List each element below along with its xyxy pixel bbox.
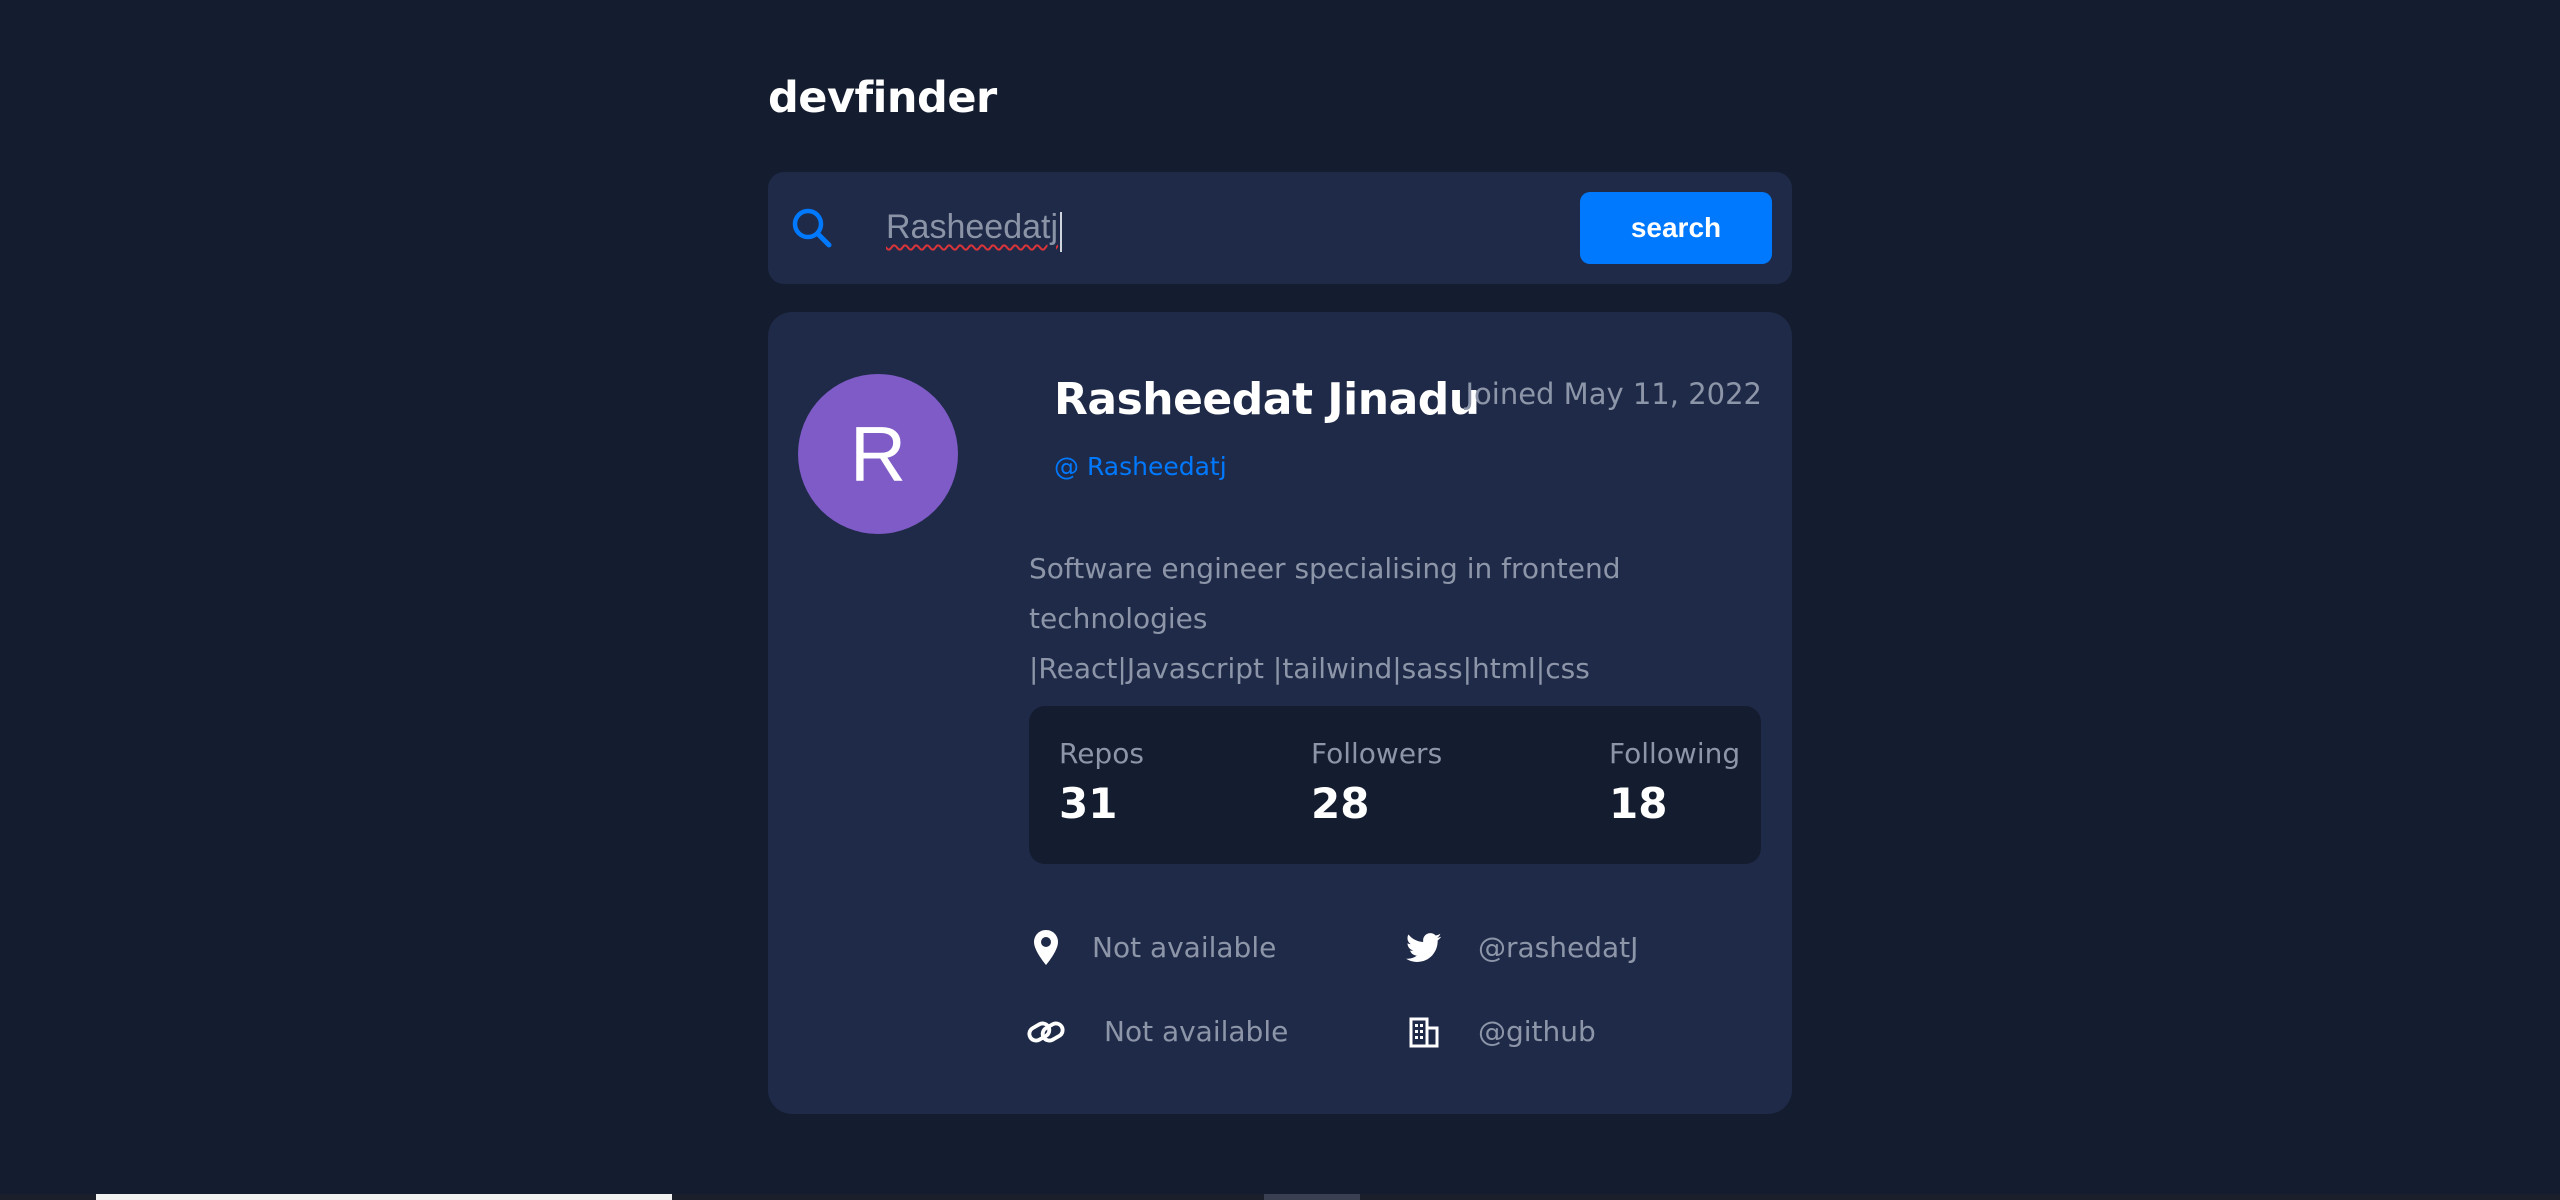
- stat-label: Following: [1609, 737, 1741, 770]
- text-caret: [1060, 212, 1062, 252]
- bio-line: Software engineer specialising in fronte…: [1029, 552, 1621, 635]
- stat-followers: Followers 28: [1311, 736, 1442, 832]
- stat-following: Following 18: [1609, 736, 1740, 832]
- app-logo: devfinder: [768, 73, 997, 123]
- blog-text: Not available: [1104, 1015, 1289, 1048]
- search-input[interactable]: Rasheedatj: [886, 205, 1058, 249]
- location-item: Not available: [1026, 926, 1276, 970]
- twitter-item[interactable]: @rashedatJ: [1404, 926, 1638, 970]
- stat-value: 18: [1609, 779, 1668, 828]
- company-item[interactable]: @github: [1404, 1010, 1596, 1054]
- stat-repos: Repos 31: [1059, 736, 1144, 832]
- search-icon: [790, 206, 834, 250]
- taskbar-marker: [1264, 1194, 1360, 1200]
- twitter-icon: [1404, 928, 1444, 968]
- bio-line: |React|Javascript |tailwind|sass|html|cs…: [1029, 652, 1590, 685]
- profile-bio: Software engineer specialising in fronte…: [1029, 544, 1769, 694]
- location-pin-icon: [1026, 928, 1066, 968]
- joined-date: Joined May 11, 2022: [1465, 377, 1762, 411]
- taskbar-scrollbar-thumb[interactable]: [96, 1194, 672, 1200]
- profile-handle[interactable]: @ Rasheedatj: [1054, 450, 1227, 484]
- stats-panel: Repos 31 Followers 28 Following 18: [1029, 706, 1761, 864]
- link-icon: [1026, 1012, 1066, 1052]
- building-icon: [1404, 1012, 1444, 1052]
- search-bar: Rasheedatj search: [768, 172, 1792, 284]
- profile-card: R Rasheedat Jinadu Joined May 11, 2022 @…: [768, 312, 1792, 1114]
- stat-value: 28: [1311, 779, 1370, 828]
- stat-label: Followers: [1311, 737, 1443, 770]
- company-text: @github: [1478, 1015, 1596, 1048]
- twitter-text: @rashedatJ: [1478, 931, 1639, 964]
- stat-value: 31: [1059, 779, 1118, 828]
- search-button[interactable]: search: [1580, 192, 1772, 264]
- stat-label: Repos: [1059, 737, 1144, 770]
- blog-item: Not available: [1026, 1010, 1288, 1054]
- profile-name: Rasheedat Jinadu: [1054, 374, 1480, 425]
- location-text: Not available: [1092, 931, 1277, 964]
- avatar: R: [798, 374, 958, 534]
